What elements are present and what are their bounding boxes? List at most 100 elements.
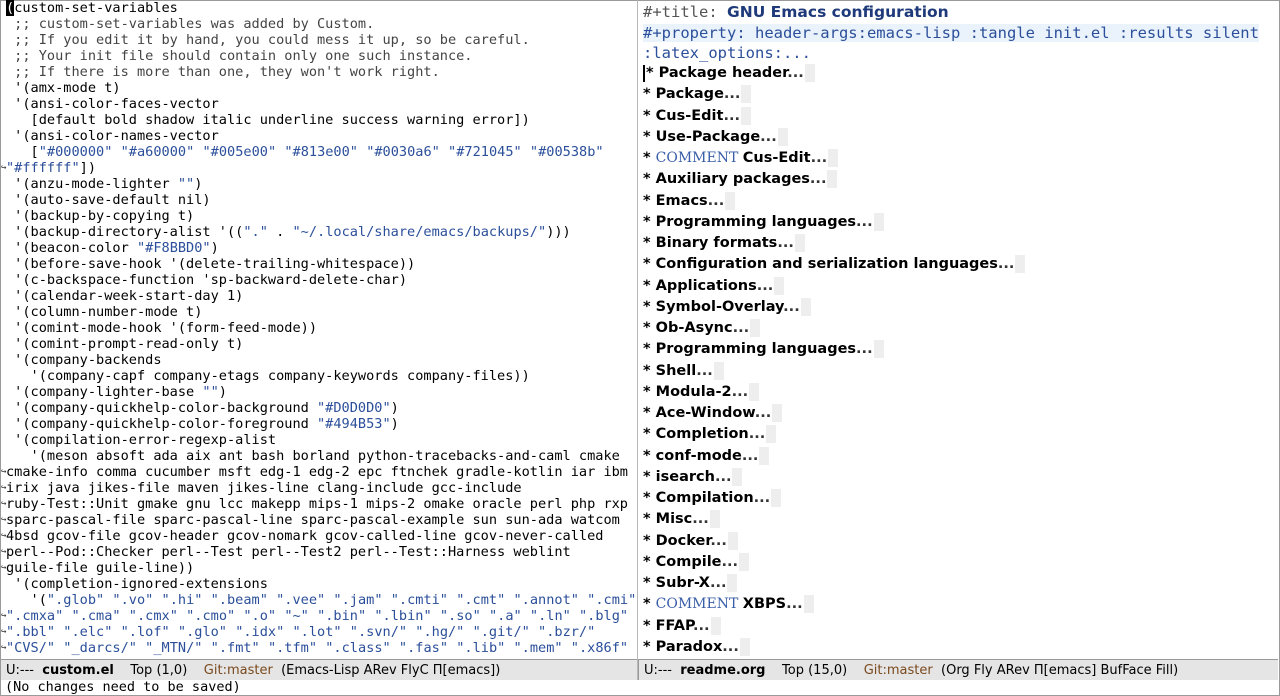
buffer-name[interactable]: custom.el <box>42 663 114 678</box>
org-heading[interactable]: * Configuration and serialization langua… <box>643 254 1259 275</box>
code-line: perl--Pod::Checker perl--Test perl--Test… <box>1 544 571 560</box>
fold-shade <box>873 340 884 359</box>
heading-text: Configuration and serialization language… <box>655 256 998 273</box>
vc-branch[interactable]: Git:master <box>204 663 273 678</box>
fold-ellipsis: ... <box>786 596 803 613</box>
heading-text: conf-mode <box>655 447 742 464</box>
code-line: '(compilation-error-regexp-alist <box>6 432 277 448</box>
org-heading[interactable]: * Programming languages... <box>643 212 1259 233</box>
code-line: 4bsd gcov-file gcov-header gcov-nomark g… <box>1 528 604 544</box>
org-heading[interactable]: * Cus-Edit... <box>643 106 1259 127</box>
continuation-fringe-icon: ↪ <box>1 563 7 573</box>
code-line: cmake-info comma cucumber msft edg-1 edg… <box>1 464 628 480</box>
heading-star: * <box>643 511 656 528</box>
org-property-line: #+property: header-args:emacs-lisp :tang… <box>643 23 1259 44</box>
document-title: GNU Emacs configuration <box>727 3 949 21</box>
org-outline[interactable]: #+title: GNU Emacs configuration #+prope… <box>643 2 1259 658</box>
heading-text: Docker <box>655 532 711 549</box>
org-heading[interactable]: * Emacs... <box>643 191 1259 212</box>
echo-area[interactable]: (No changes need to be saved) <box>5 680 241 695</box>
fold-shade <box>828 149 839 167</box>
fold-shade <box>766 425 777 444</box>
title-keyword: #+title: <box>643 3 718 21</box>
heading-star: * <box>643 575 656 591</box>
org-heading[interactable]: * Package... <box>643 84 1259 105</box>
code-line: irix java jikes-file maven jikes-line cl… <box>1 480 522 496</box>
continuation-fringe-icon: ↪ <box>1 163 7 173</box>
right-window-readme-org[interactable]: #+title: GNU Emacs configuration #+prope… <box>638 0 1278 658</box>
org-heading[interactable]: * Subr-X... <box>643 573 1259 594</box>
org-heading[interactable]: * Docker... <box>643 531 1259 552</box>
fold-shade <box>794 234 805 252</box>
org-heading[interactable]: * Misc... <box>643 509 1259 530</box>
org-heading[interactable]: * Binary formats... <box>643 233 1259 254</box>
org-heading[interactable]: * Auxiliary packages... <box>643 169 1259 190</box>
heading-text: Cus-Edit <box>742 150 811 166</box>
fold-ellipsis: ... <box>856 213 873 230</box>
heading-star: * <box>643 362 656 379</box>
heading-star: * <box>643 383 656 400</box>
continuation-fringe-icon: ↪ <box>1 611 7 621</box>
fold-shade <box>725 191 736 210</box>
org-heading[interactable]: * Compilation... <box>643 488 1259 509</box>
org-heading[interactable]: * Paradox... <box>643 637 1259 658</box>
major-minor-modes[interactable]: (Org Fly ARev Π[emacs] BufFace Fill) <box>941 663 1178 678</box>
code-line: '(calendar-week-start-day 1) <box>6 288 244 304</box>
mode-line-left[interactable]: U:--- custom.el Top (1,0) Git:master (Em… <box>1 659 637 680</box>
left-window-custom-el[interactable]: (custom-set-variables ;; custom-set-vari… <box>1 0 637 658</box>
fold-shade <box>710 616 721 635</box>
heading-text: FFAP <box>655 617 693 634</box>
code-line: sparc-pascal-file sparc-pascal-line spar… <box>1 512 620 528</box>
heading-text: Package header <box>658 65 788 81</box>
major-minor-modes[interactable]: (Emacs-Lisp ARev FlyC Π[emacs]) <box>281 663 500 678</box>
code-line: '(meson absoft ada aix ant bash borland … <box>6 448 620 464</box>
elisp-code-area[interactable]: (custom-set-variables ;; custom-set-vari… <box>1 0 636 656</box>
code-line: '(company-quickhelp-color-background "#D… <box>6 400 399 416</box>
org-heading[interactable]: * Programming languages... <box>643 339 1259 360</box>
org-heading[interactable]: * Ob-Async... <box>643 318 1259 339</box>
heading-text: Shell <box>655 362 697 379</box>
fold-ellipsis: ... <box>810 150 828 166</box>
org-heading[interactable]: * COMMENT XBPS... <box>643 594 1259 615</box>
heading-text: Package <box>655 86 724 103</box>
fold-shade <box>749 382 760 401</box>
org-heading[interactable]: * Compile... <box>643 552 1259 573</box>
fold-ellipsis: ... <box>777 235 794 251</box>
fold-shade <box>873 212 884 231</box>
org-heading[interactable]: * FFAP... <box>643 616 1259 637</box>
heading-star: * <box>643 468 656 485</box>
fold-shade <box>739 637 750 656</box>
heading-star: * <box>643 298 656 315</box>
org-heading[interactable]: * COMMENT Cus-Edit... <box>643 148 1259 169</box>
fold-shade <box>774 276 785 295</box>
org-heading[interactable]: * Modula-2... <box>643 382 1259 403</box>
fold-shade <box>750 319 761 337</box>
org-heading[interactable]: * isearch... <box>643 467 1259 488</box>
code-line: '(backup-directory-alist '(("." . "~/.lo… <box>6 224 571 240</box>
fold-ellipsis: ... <box>692 617 710 634</box>
org-heading[interactable]: * Symbol-Overlay... <box>643 297 1259 318</box>
code-line: '(column-number-mode t) <box>6 304 203 320</box>
heading-star: * <box>643 86 656 103</box>
org-heading[interactable]: * Use-Package... <box>643 127 1259 148</box>
org-heading[interactable]: * Ace-Window... <box>643 403 1259 424</box>
fold-shade <box>803 595 814 614</box>
mode-line-right[interactable]: U:--- readme.org Top (15,0) Git:master (… <box>638 659 1278 680</box>
fold-ellipsis: ... <box>692 511 709 528</box>
buffer-name[interactable]: readme.org <box>680 663 765 678</box>
org-heading[interactable]: * Shell... <box>643 361 1259 382</box>
heading-star: * <box>643 171 656 188</box>
heading-text: Applications <box>655 277 757 294</box>
code-line: '(company-lighter-base "") <box>6 384 227 400</box>
fold-ellipsis: ... <box>710 532 727 549</box>
org-heading[interactable]: * conf-mode... <box>643 446 1259 467</box>
vc-branch[interactable]: Git:master <box>864 663 933 678</box>
fold-shade <box>727 531 738 550</box>
org-heading[interactable]: * Applications... <box>643 276 1259 297</box>
heading-text: Paradox <box>655 638 723 655</box>
org-heading[interactable]: * Package header... <box>643 63 1259 84</box>
fold-ellipsis: ... <box>696 362 713 379</box>
org-heading[interactable]: * Completion... <box>643 424 1259 445</box>
continuation-fringe-icon: ↪ <box>1 467 7 477</box>
fold-ellipsis: ... <box>753 490 771 506</box>
